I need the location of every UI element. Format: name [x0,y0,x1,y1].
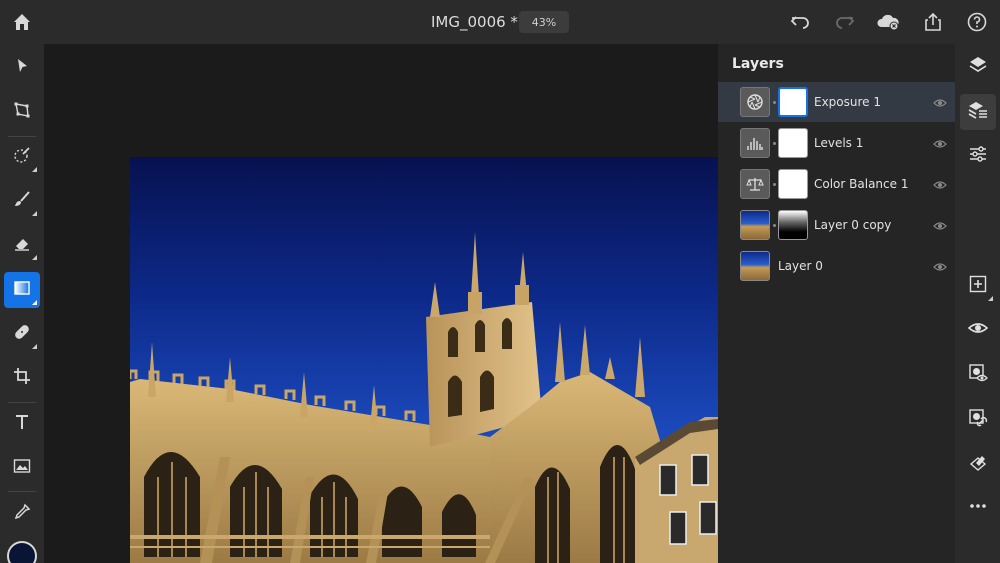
layers-button[interactable] [960,49,996,85]
sliders-icon [968,144,988,168]
layer-row-layer-0-copy[interactable]: Layer 0 copy [718,205,955,245]
link-mask-button[interactable] [960,402,996,438]
top-bar: IMG_0006 * 43% [0,0,1000,44]
image-thumbnail [740,251,770,281]
document-image[interactable] [130,157,718,563]
visibility-eye-icon[interactable] [933,177,947,191]
type-tool[interactable] [4,406,40,442]
layer-row-color-balance[interactable]: Color Balance 1 [718,164,955,204]
layer-properties-icon [968,100,988,124]
layer-mask-thumbnail[interactable] [778,210,808,240]
layer-row-exposure[interactable]: Exposure 1 [718,82,955,122]
layer-properties-button[interactable] [960,94,996,130]
gradient-icon [13,279,31,301]
select-tool[interactable] [4,50,40,86]
visibility-eye-icon[interactable] [933,136,947,150]
canvas-area[interactable] [44,44,718,563]
layer-name: Layer 0 [778,259,823,273]
image-icon [13,457,31,479]
mask-visibility-button[interactable] [960,357,996,393]
eye-icon [967,318,989,342]
crop-icon [13,367,31,389]
visibility-eye-icon[interactable] [933,218,947,232]
more-dots-icon [968,496,988,520]
magic-select-icon [13,146,31,168]
home-icon[interactable] [10,10,34,34]
transform-tool[interactable] [4,94,40,130]
layer-row-levels[interactable]: Levels 1 [718,123,955,163]
eraser-icon [13,234,31,256]
layer-row-layer-0[interactable]: Layer 0 [718,246,955,286]
layer-mask-thumbnail[interactable] [778,128,808,158]
layer-name: Color Balance 1 [814,177,909,191]
layers-panel: Layers Exposure 1 Levels 1 Color Balance… [718,44,955,563]
brush-icon [13,190,31,212]
clear-layer-button[interactable] [960,446,996,482]
layer-name: Exposure 1 [814,95,882,109]
bandage-icon [13,323,31,345]
levels-icon [740,128,770,158]
undo-icon[interactable] [788,10,812,34]
color-balance-icon [740,169,770,199]
visibility-button[interactable] [960,312,996,348]
left-toolbar [0,44,44,563]
eraser-layer-icon [968,452,988,476]
visibility-eye-icon[interactable] [933,95,947,109]
help-icon[interactable] [965,10,989,34]
more-options-button[interactable] [960,490,996,526]
add-layer-button[interactable] [960,268,996,304]
exposure-icon [740,87,770,117]
layers-panel-title: Layers [732,56,784,72]
quick-selection-tool[interactable] [4,139,40,175]
redo-icon[interactable] [833,10,857,34]
layer-name: Levels 1 [814,136,864,150]
layer-name: Layer 0 copy [814,218,892,232]
foreground-color-swatch[interactable] [7,541,37,563]
gradient-tool[interactable] [4,272,40,308]
adjustments-button[interactable] [960,138,996,174]
arrow-cursor-icon [13,57,31,79]
visibility-eye-icon[interactable] [933,259,947,273]
mask-eye-icon [968,363,988,387]
right-toolbar [955,44,1000,563]
cloud-sync-icon[interactable] [876,10,900,34]
layers-stack-icon [968,55,988,79]
share-icon[interactable] [921,10,945,34]
eraser-tool[interactable] [4,227,40,263]
image-thumbnail [740,210,770,240]
layer-mask-thumbnail[interactable] [778,87,808,117]
mask-link-icon [968,408,988,432]
layer-mask-thumbnail[interactable] [778,169,808,199]
eyedropper-tool[interactable] [4,496,40,532]
healing-tool[interactable] [4,316,40,352]
crop-tool[interactable] [4,360,40,396]
eyedropper-icon [13,503,31,525]
transform-icon [13,101,31,123]
add-layer-icon [968,274,988,298]
place-image-tool[interactable] [4,450,40,486]
document-title[interactable]: IMG_0006 * [431,13,518,31]
zoom-level[interactable]: 43% [519,11,569,33]
text-icon [13,413,31,435]
brush-tool[interactable] [4,183,40,219]
